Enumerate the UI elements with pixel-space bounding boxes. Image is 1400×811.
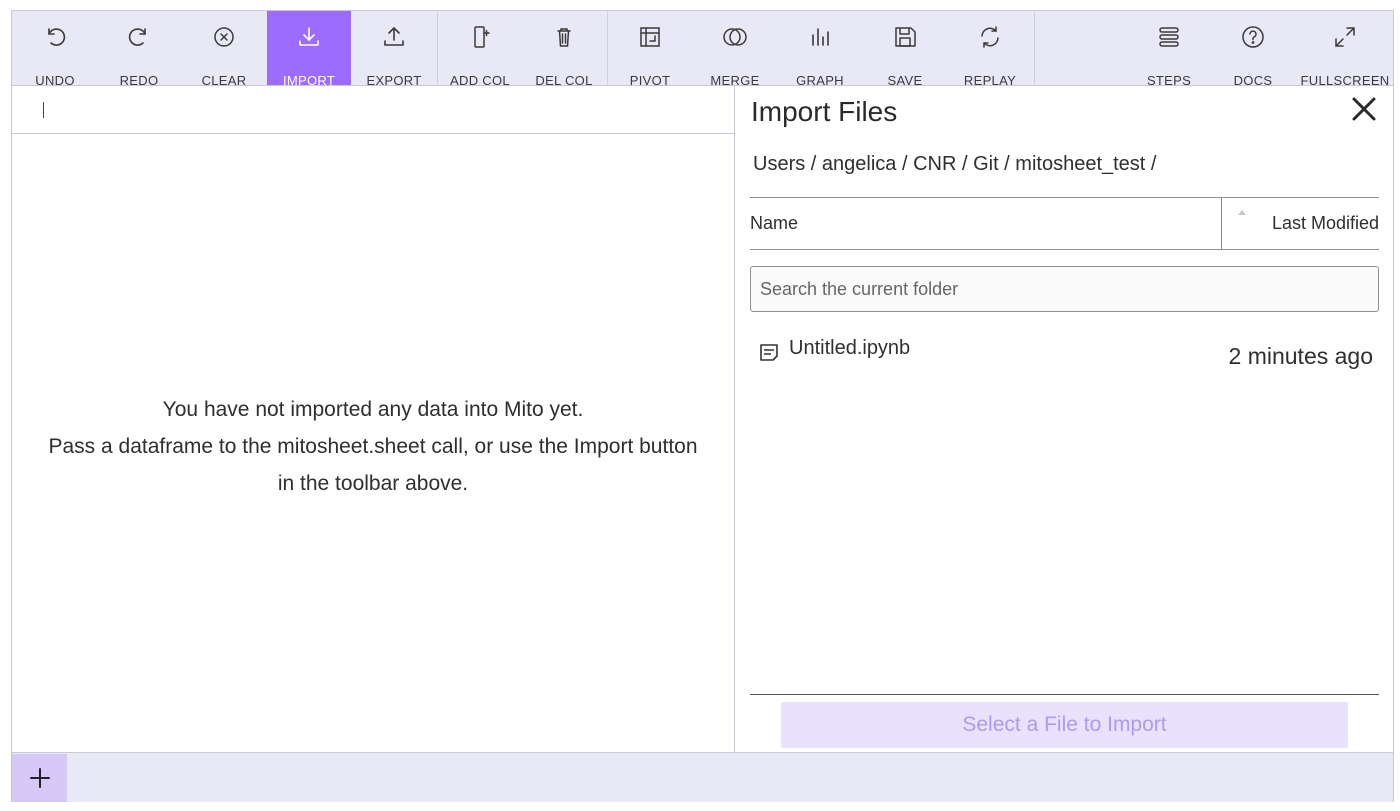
delete-column-button[interactable]: DEL COL	[522, 11, 606, 85]
add-column-button[interactable]: ADD COL	[438, 11, 522, 85]
add-column-label: ADD COL	[450, 73, 510, 86]
import-icon	[295, 23, 323, 51]
toolbar: UNDO REDO CLEAR IMPORT EXPORT ADD COL DE…	[12, 11, 1393, 86]
export-icon	[380, 23, 408, 51]
select-file-to-import-button[interactable]: Select a File to Import	[781, 702, 1348, 748]
fullscreen-label: FULLSCREEN	[1300, 73, 1390, 86]
formula-bar[interactable]	[12, 86, 734, 134]
docs-icon	[1239, 23, 1267, 51]
empty-sheet-message: You have not imported any data into Mito…	[12, 391, 734, 502]
import-button[interactable]: IMPORT	[267, 11, 351, 85]
clear-label: CLEAR	[201, 73, 247, 86]
undo-button[interactable]: UNDO	[13, 11, 97, 85]
replay-label: REPLAY	[963, 73, 1017, 86]
graph-button[interactable]: GRAPH	[778, 11, 862, 85]
file-list-header: Name Last Modified	[750, 197, 1379, 250]
steps-label: STEPS	[1146, 73, 1192, 86]
file-list-item[interactable]: Untitled.ipynb 2 minutes ago	[750, 326, 1379, 369]
graph-icon	[806, 23, 834, 51]
pivot-button[interactable]: PIVOT	[608, 11, 692, 85]
fullscreen-icon	[1331, 23, 1359, 51]
import-panel: Import Files Users / angelica / CNR / Gi…	[735, 86, 1393, 752]
graph-label: GRAPH	[796, 73, 844, 86]
file-name: Untitled.ipynb	[789, 337, 911, 359]
pivot-label: PIVOT	[629, 73, 671, 86]
fullscreen-button[interactable]: FULLSCREEN	[1297, 11, 1393, 85]
mitosheet-frame: UNDO REDO CLEAR IMPORT EXPORT ADD COL DE…	[11, 10, 1394, 802]
footer-divider	[750, 694, 1379, 695]
merge-label: MERGE	[710, 73, 760, 86]
empty-message-line: Pass a dataframe to the mitosheet.sheet …	[48, 435, 698, 458]
import-label: IMPORT	[282, 73, 336, 86]
export-label: EXPORT	[366, 73, 422, 86]
save-button[interactable]: SAVE	[863, 11, 947, 85]
toolbar-divider	[1034, 11, 1035, 85]
undo-label: UNDO	[35, 73, 75, 86]
empty-message-line: in the toolbar above.	[277, 472, 469, 495]
column-divider	[1221, 198, 1222, 249]
sort-ascending-icon	[1238, 210, 1246, 215]
pivot-icon	[636, 23, 664, 51]
save-icon	[891, 23, 919, 51]
last-modified-column-header[interactable]: Last Modified	[1272, 213, 1379, 234]
sheet-tab-bar	[12, 752, 1393, 802]
panel-title: Import Files	[751, 96, 898, 127]
undo-icon	[41, 23, 69, 51]
add-sheet-button[interactable]	[12, 754, 67, 802]
steps-icon	[1155, 23, 1183, 51]
add-column-icon	[466, 23, 494, 51]
delete-column-label: DEL COL	[535, 73, 593, 86]
redo-icon	[125, 23, 153, 51]
empty-message-line: You have not imported any data into Mito…	[162, 398, 584, 421]
close-button[interactable]	[1349, 94, 1379, 124]
file-icon	[759, 342, 779, 362]
clear-button[interactable]: CLEAR	[182, 11, 266, 85]
save-label: SAVE	[887, 73, 923, 86]
replay-button[interactable]: REPLAY	[948, 11, 1032, 85]
merge-button[interactable]: MERGE	[693, 11, 777, 85]
export-button[interactable]: EXPORT	[352, 11, 436, 85]
name-column-header[interactable]: Name	[750, 213, 798, 234]
text-cursor	[43, 102, 44, 118]
close-icon	[1349, 94, 1379, 124]
breadcrumb[interactable]: Users / angelica / CNR / Git / mitosheet…	[753, 153, 1156, 176]
replay-icon	[976, 23, 1004, 51]
steps-button[interactable]: STEPS	[1127, 11, 1211, 85]
merge-icon	[721, 23, 749, 51]
file-modified: 2 minutes ago	[1228, 343, 1373, 369]
clear-icon	[210, 23, 238, 51]
docs-button[interactable]: DOCS	[1211, 11, 1295, 85]
plus-icon	[28, 766, 52, 790]
docs-label: DOCS	[1233, 73, 1273, 86]
search-input[interactable]	[750, 266, 1379, 312]
redo-button[interactable]: REDO	[97, 11, 181, 85]
redo-label: REDO	[119, 73, 159, 86]
delete-column-icon	[550, 23, 578, 51]
